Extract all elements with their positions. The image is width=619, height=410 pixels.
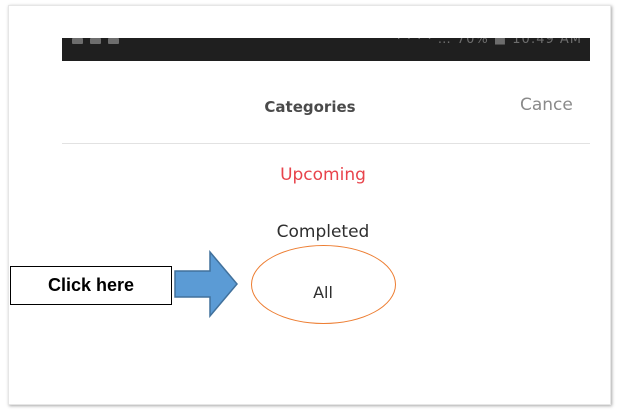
- category-upcoming[interactable]: Upcoming: [243, 165, 403, 185]
- status-right-info: · · · · … 70% ■ 10:49 AM: [396, 38, 582, 47]
- notification-icon: [90, 38, 101, 44]
- callout-label: Click here: [47, 275, 135, 295]
- pointer-arrow-icon: [174, 250, 238, 318]
- notification-icon: [108, 38, 119, 44]
- notification-icon: [72, 38, 83, 44]
- status-notification-icons: [72, 38, 119, 61]
- page-title: Categories: [264, 98, 356, 116]
- screenshot-stage: · · · · … 70% ■ 10:49 AM Categories Canc…: [0, 0, 619, 410]
- cancel-button[interactable]: Cance: [520, 95, 590, 115]
- header-divider: [62, 143, 590, 144]
- category-completed[interactable]: Completed: [243, 222, 403, 242]
- phone-status-bar: · · · · … 70% ■ 10:49 AM: [62, 38, 590, 61]
- click-here-callout: Click here: [10, 266, 172, 305]
- highlight-ellipse: [251, 245, 396, 324]
- app-screen-card: [8, 5, 611, 405]
